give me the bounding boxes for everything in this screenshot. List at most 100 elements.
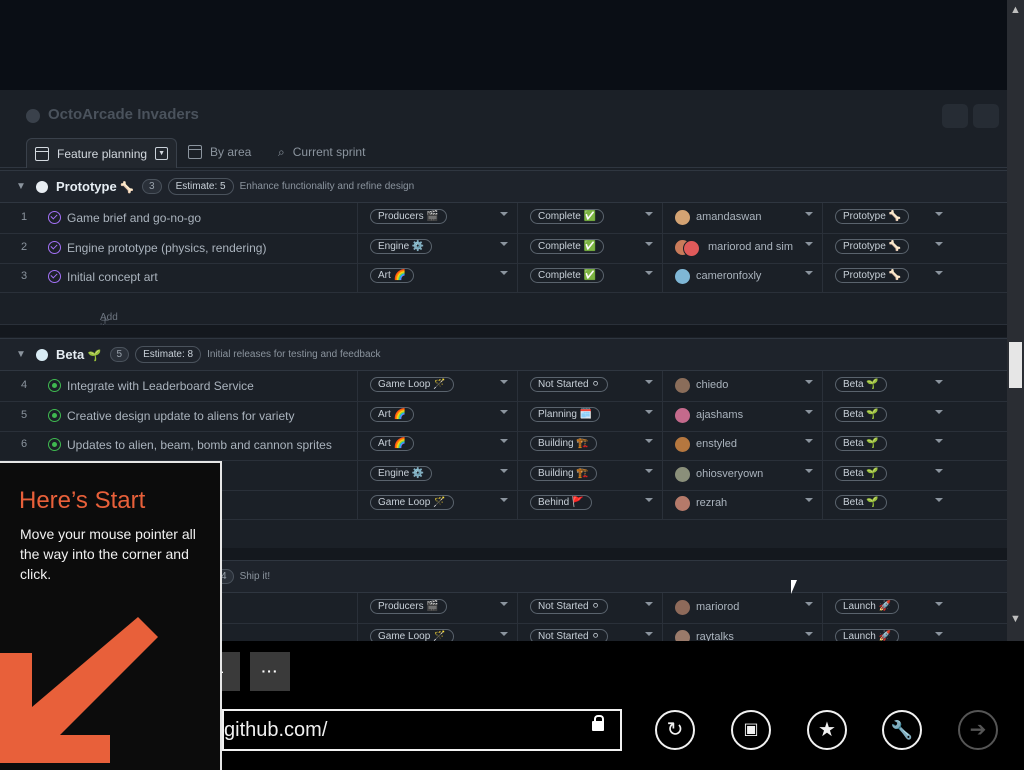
tab-feature-planning[interactable]: Feature planning ▼ — [26, 138, 178, 168]
assignee-cell[interactable]: enstyled — [662, 430, 823, 460]
chevron-down-icon[interactable] — [935, 602, 943, 606]
chevron-down-icon[interactable] — [645, 271, 653, 275]
status-cell[interactable]: Planning 🗓️ — [517, 400, 663, 431]
chevron-down-icon[interactable] — [805, 631, 813, 636]
milestone-cell[interactable]: Prototype 🦴 — [822, 203, 953, 233]
milestone-cell[interactable]: Prototype 🦴 — [822, 262, 953, 292]
table-row[interactable]: 3 Initial concept art Art 🌈 Complete ✅ camer… — [0, 262, 1007, 293]
chevron-down-icon[interactable] — [805, 241, 813, 246]
assignee-cell[interactable]: chiedo — [662, 371, 823, 401]
chevron-down-icon[interactable] — [805, 439, 813, 443]
area-cell[interactable]: Engine ⚙️ — [357, 232, 518, 263]
chevron-down-icon[interactable] — [645, 212, 653, 216]
table-row[interactable]: 5 Creative design update to aliens for va… — [0, 400, 1007, 432]
insights-button[interactable] — [942, 104, 968, 128]
url-text[interactable]: github.com/ — [224, 719, 327, 742]
issue-title[interactable]: Initial concept art — [67, 270, 158, 284]
milestone-cell[interactable]: Prototype 🦴 — [822, 232, 953, 263]
chevron-down-icon[interactable] — [645, 409, 653, 414]
area-cell[interactable]: Game Loop 🪄 — [357, 622, 518, 641]
area-cell[interactable]: Engine ⚙️ — [357, 459, 518, 490]
status-cell[interactable]: Building 🏗️ — [517, 459, 663, 490]
status-cell[interactable]: Building 🏗️ — [517, 430, 663, 460]
area-cell[interactable]: Game Loop 🪄 — [357, 489, 518, 519]
chevron-down-icon[interactable] — [805, 271, 813, 275]
chevron-down-icon[interactable] — [935, 380, 943, 384]
chevron-down-icon[interactable] — [805, 212, 813, 216]
group-header-prototype[interactable]: ▼ Prototype 🦴 3 Estimate: 5 Enhance func… — [0, 170, 1007, 203]
chevron-down-icon[interactable] — [935, 241, 943, 246]
table-row[interactable]: 2 Engine prototype (physics, rendering) En… — [0, 232, 1007, 264]
chevron-down-icon[interactable] — [645, 498, 653, 502]
chevron-down-icon[interactable] — [935, 409, 943, 414]
more-button[interactable]: ··· — [250, 652, 290, 691]
chevron-down-icon[interactable] — [500, 631, 508, 636]
chevron-down-icon[interactable] — [645, 380, 653, 384]
chevron-down-icon[interactable]: ▼ — [155, 147, 169, 160]
tab-current-sprint[interactable]: ⌕ Current sprint — [278, 138, 365, 166]
chevron-down-icon[interactable] — [805, 498, 813, 502]
forward-arrow-icon[interactable]: ➔ — [958, 710, 998, 750]
page-scrollbar[interactable]: ▲ ▼ — [1007, 0, 1024, 641]
scroll-up-icon[interactable]: ▲ — [1010, 4, 1021, 16]
assignee-cell[interactable]: ohiosveryown — [662, 459, 823, 490]
chevron-down-icon[interactable] — [935, 271, 943, 275]
area-cell[interactable]: Producers 🎬 — [357, 593, 518, 623]
chevron-down-icon[interactable] — [500, 271, 508, 275]
assignee-cell[interactable]: mariorod and sim — [662, 232, 823, 263]
chevron-down-icon[interactable] — [935, 212, 943, 216]
issue-title[interactable]: Integrate with Leaderboard Service — [67, 379, 254, 393]
table-row[interactable]: 4 Integrate with Leaderboard Service Game … — [0, 371, 1007, 402]
refresh-icon[interactable]: ↻ — [655, 710, 695, 750]
chevron-down-icon[interactable] — [935, 631, 943, 636]
assignee-cell[interactable]: cameronfoxly — [662, 262, 823, 292]
chevron-down-icon[interactable] — [500, 212, 508, 216]
assignee-cell[interactable]: amandaswan — [662, 203, 823, 233]
assignee-cell[interactable]: ajashams — [662, 400, 823, 431]
scroll-down-icon[interactable]: ▼ — [1010, 613, 1021, 625]
chevron-down-icon[interactable] — [805, 468, 813, 473]
milestone-cell[interactable]: Beta 🌱 — [822, 400, 953, 431]
chevron-down-icon[interactable]: ▼ — [16, 181, 36, 192]
chevron-down-icon[interactable] — [645, 631, 653, 636]
group-header-beta[interactable]: ▼ Beta 🌱 5 Estimate: 8 Initial releases … — [0, 338, 1007, 371]
chevron-down-icon[interactable] — [805, 602, 813, 606]
status-cell[interactable]: Not Started ⚪ — [517, 593, 663, 623]
issue-title[interactable]: Updates to alien, beam, bomb and cannon … — [67, 438, 332, 452]
chevron-down-icon[interactable] — [805, 380, 813, 384]
chevron-down-icon[interactable] — [500, 241, 508, 246]
milestone-cell[interactable]: Beta 🌱 — [822, 430, 953, 460]
wrench-icon[interactable]: 🔧 — [882, 710, 922, 750]
chevron-down-icon[interactable] — [935, 468, 943, 473]
milestone-cell[interactable]: Launch 🚀 — [822, 593, 953, 623]
chevron-down-icon[interactable] — [645, 241, 653, 246]
start-tip-panel[interactable]: Here’s Start Move your mouse pointer all… — [0, 461, 222, 770]
chevron-down-icon[interactable] — [500, 468, 508, 473]
milestone-cell[interactable]: Beta 🌱 — [822, 459, 953, 490]
chevron-down-icon[interactable] — [935, 498, 943, 502]
chevron-down-icon[interactable] — [805, 409, 813, 414]
address-bar[interactable]: github.com/ — [222, 709, 622, 751]
milestone-cell[interactable]: Beta 🌱 — [822, 489, 953, 519]
chevron-down-icon[interactable]: ▼ — [16, 349, 36, 360]
status-cell[interactable]: Complete ✅ — [517, 232, 663, 263]
chevron-down-icon[interactable] — [500, 380, 508, 384]
table-row[interactable]: 6 Updates to alien, beam, bomb and cannon… — [0, 430, 1007, 461]
status-cell[interactable]: Not Started ⚪ — [517, 371, 663, 401]
chevron-down-icon[interactable] — [500, 602, 508, 606]
status-cell[interactable]: Not Started ⚪ — [517, 622, 663, 641]
status-cell[interactable]: Complete ✅ — [517, 203, 663, 233]
status-cell[interactable]: Behind 🚩 — [517, 489, 663, 519]
chevron-down-icon[interactable] — [645, 602, 653, 606]
tabs-icon[interactable]: ▣ — [731, 710, 771, 750]
side-panel-button[interactable] — [973, 104, 999, 128]
issue-title[interactable]: Game brief and go-no-go — [67, 211, 201, 225]
issue-title[interactable]: Engine prototype (physics, rendering) — [67, 241, 266, 255]
status-cell[interactable]: Complete ✅ — [517, 262, 663, 292]
assignee-cell[interactable]: rezrah — [662, 489, 823, 519]
area-cell[interactable]: Producers 🎬 — [357, 203, 518, 233]
assignee-cell[interactable]: raytalks — [662, 622, 823, 641]
star-icon[interactable]: ★ — [807, 710, 847, 750]
milestone-cell[interactable]: Launch 🚀 — [822, 622, 953, 641]
assignee-cell[interactable]: mariorod — [662, 593, 823, 623]
